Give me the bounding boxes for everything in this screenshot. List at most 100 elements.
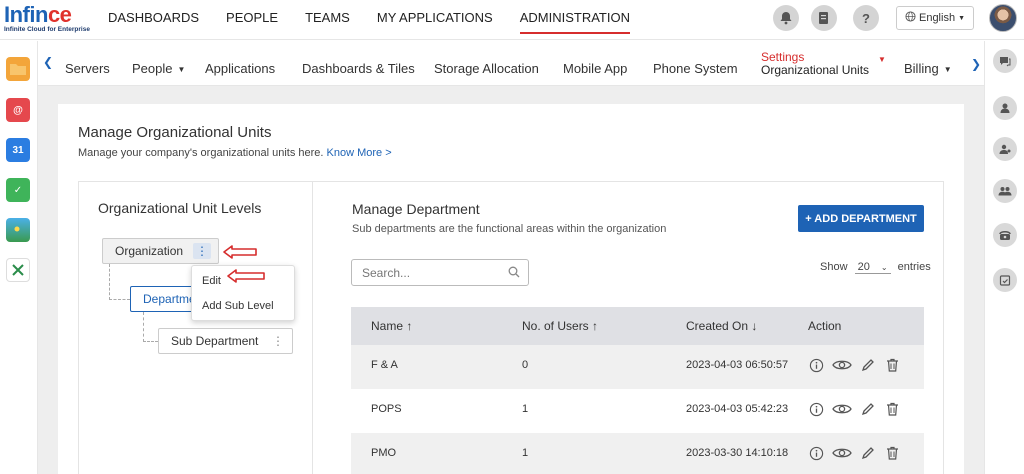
tree-connector (143, 341, 158, 342)
know-more-link[interactable]: Know More > (327, 147, 392, 159)
tree-connector (109, 299, 130, 300)
cell-users: 1 (522, 403, 529, 415)
scroll-right-icon[interactable]: ❯ (971, 57, 981, 71)
panel-divider (312, 182, 313, 474)
row-actions (808, 357, 900, 373)
org-units-panel: Organizational Unit Levels Organization … (78, 181, 944, 474)
infince-logo[interactable]: Infince Infinite Cloud for Enterprise (4, 2, 90, 36)
phone-icon[interactable] (993, 223, 1017, 247)
cell-users: 1 (522, 447, 529, 459)
subnav-dashboards-tiles[interactable]: Dashboards & Tiles (302, 61, 415, 76)
level-node-sub-department[interactable]: Sub Department ⋮ (158, 328, 293, 354)
gallery-app-icon[interactable] (6, 218, 30, 242)
edit-pencil-icon[interactable] (860, 401, 876, 417)
tasks-app-icon[interactable]: ✓ (6, 178, 30, 202)
search-input[interactable]: Search... (351, 259, 529, 286)
tasks-icon[interactable] (811, 5, 837, 31)
info-icon[interactable] (808, 401, 824, 417)
level-node-label: Organization (115, 244, 184, 258)
edit-pencil-icon[interactable] (860, 445, 876, 461)
language-label: English (918, 12, 956, 24)
column-header-name[interactable]: Name ↑ (371, 319, 412, 333)
folder-app-icon[interactable] (6, 57, 30, 81)
cell-created: 2023-03-30 14:10:18 (686, 447, 789, 459)
column-header-users[interactable]: No. of Users ↑ (522, 319, 598, 333)
table-row: POPS 1 2023-04-03 05:42:23 (351, 389, 924, 433)
subnav-mobile-app[interactable]: Mobile App (563, 61, 627, 76)
admin-sub-nav: ❮ Servers People ▼ Applications Dashboard… (38, 41, 984, 86)
subnav-organizational-units[interactable]: Organizational Units (761, 63, 869, 77)
chat-icon[interactable] (993, 49, 1017, 73)
level-node-department[interactable]: Department (130, 286, 206, 312)
view-eye-icon[interactable] (832, 445, 852, 461)
entries-label: entries (897, 261, 931, 273)
scroll-left-icon[interactable]: ❮ (43, 55, 53, 69)
row-actions (808, 401, 900, 417)
level-node-organization[interactable]: Organization ⋮ (102, 238, 219, 264)
column-header-created[interactable]: Created On ↓ (686, 319, 757, 333)
red-arrow-icon (227, 269, 265, 283)
manage-department-title: Manage Department (352, 201, 480, 217)
user-settings-icon[interactable] (993, 137, 1017, 161)
subnav-phone-system[interactable]: Phone System (653, 61, 738, 76)
entries-value: 20 (857, 261, 870, 273)
nav-people[interactable]: PEOPLE (226, 0, 278, 40)
levels-title: Organizational Unit Levels (98, 200, 262, 216)
chevron-down-icon: ▼ (958, 14, 965, 22)
language-selector[interactable]: English ▼ (896, 6, 974, 30)
page-title: Manage Organizational Units (78, 124, 272, 141)
sheets-app-icon[interactable] (6, 258, 30, 282)
calendar-day: 31 (12, 144, 24, 156)
info-icon[interactable] (808, 445, 824, 461)
mail-app-icon[interactable]: @ (6, 98, 30, 122)
notification-bell-icon[interactable] (773, 5, 799, 31)
subnav-people[interactable]: People ▼ (132, 61, 185, 76)
menu-item-edit[interactable]: Edit (202, 275, 221, 287)
left-app-bar: @ 31 ✓ (0, 41, 38, 474)
right-icon-bar (984, 41, 1024, 474)
subnav-servers[interactable]: Servers (65, 61, 110, 76)
top-navigation-bar: Infince Infinite Cloud for Enterprise DA… (0, 0, 1024, 40)
entries-select[interactable]: 20 ⌄ (854, 261, 891, 274)
kebab-menu-icon[interactable]: ⋮ (193, 243, 211, 259)
view-eye-icon[interactable] (832, 357, 852, 373)
table-row: PMO 1 2023-03-30 14:10:18 (351, 433, 924, 474)
show-label: Show (820, 261, 848, 273)
caret-down-icon[interactable]: ▼ (878, 55, 886, 64)
subnav-people-label: People (132, 61, 173, 76)
table-header: Name ↑ No. of Users ↑ Created On ↓ Actio… (351, 307, 924, 345)
info-icon[interactable] (808, 357, 824, 373)
delete-trash-icon[interactable] (884, 401, 900, 417)
nav-dashboards[interactable]: DASHBOARDS (108, 0, 199, 40)
subnav-billing[interactable]: Billing ▼ (904, 61, 952, 76)
logo-brand-main: Infin (4, 2, 48, 27)
logo-brand-accent: ce (47, 2, 72, 27)
nav-my-applications[interactable]: MY APPLICATIONS (377, 0, 493, 40)
user-icon[interactable] (993, 96, 1017, 120)
cell-name: F & A (371, 359, 398, 371)
help-icon[interactable]: ? (853, 5, 879, 31)
group-icon[interactable] (993, 179, 1017, 203)
delete-trash-icon[interactable] (884, 445, 900, 461)
subnav-applications[interactable]: Applications (205, 61, 275, 76)
kebab-menu-icon[interactable]: ⋮ (272, 334, 284, 348)
subnav-settings-label[interactable]: Settings (761, 50, 804, 64)
view-eye-icon[interactable] (832, 401, 852, 417)
calendar-check-icon[interactable] (993, 268, 1017, 292)
caret-down-icon: ▼ (943, 65, 952, 75)
cell-users: 0 (522, 359, 529, 371)
user-avatar[interactable] (989, 4, 1017, 32)
nav-teams[interactable]: TEAMS (305, 0, 350, 40)
tree-connector (143, 312, 144, 342)
content-area: Manage Organizational Units Manage your … (38, 86, 984, 474)
menu-item-add-sub-level[interactable]: Add Sub Level (202, 300, 274, 312)
subnav-storage-allocation[interactable]: Storage Allocation (434, 61, 539, 76)
calendar-app-icon[interactable]: 31 (6, 138, 30, 162)
delete-trash-icon[interactable] (884, 357, 900, 373)
nav-administration[interactable]: ADMINISTRATION (519, 0, 631, 40)
cell-name: PMO (371, 447, 397, 459)
add-department-button[interactable]: + ADD DEPARTMENT (798, 205, 924, 232)
page-subtitle-text: Manage your company's organizational uni… (78, 147, 324, 159)
manage-department-subtitle: Sub departments are the functional areas… (352, 223, 667, 235)
edit-pencil-icon[interactable] (860, 357, 876, 373)
